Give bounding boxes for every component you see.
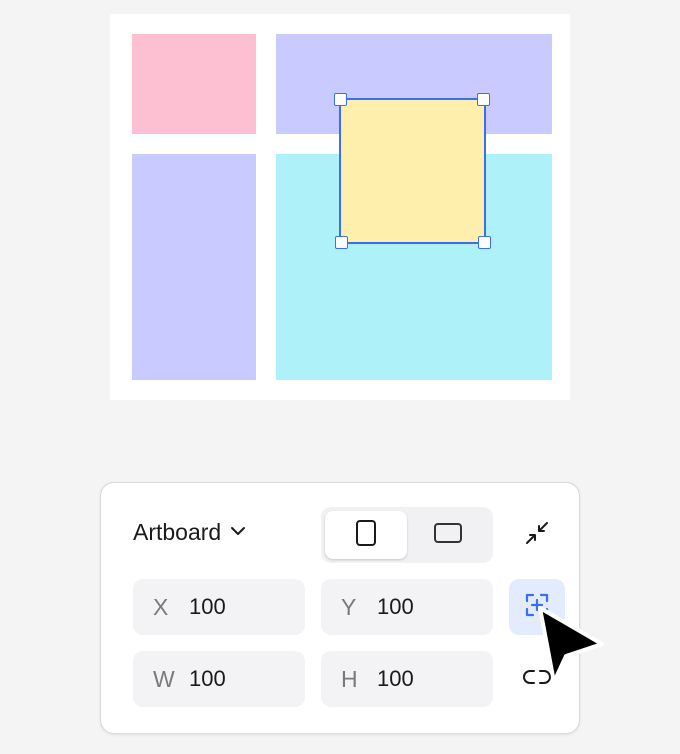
properties-panel: Artboard X Y	[100, 482, 580, 734]
selection-outline	[339, 98, 486, 244]
resize-handle-bottom-left[interactable]	[335, 236, 348, 249]
x-field-label: X	[153, 593, 169, 620]
shrink-button[interactable]	[509, 507, 565, 563]
h-input[interactable]	[377, 666, 477, 692]
portrait-button[interactable]	[325, 511, 407, 559]
landscape-icon	[433, 522, 463, 549]
resize-handle-bottom-right[interactable]	[478, 236, 491, 249]
x-input[interactable]	[189, 594, 289, 620]
portrait-icon	[355, 519, 377, 552]
y-field[interactable]: Y	[321, 579, 493, 635]
resize-handle-top-left[interactable]	[334, 93, 347, 106]
artboard-dropdown-label: Artboard	[133, 519, 222, 545]
pink-block[interactable]	[132, 34, 256, 134]
landscape-button[interactable]	[407, 511, 489, 559]
h-field-label: H	[341, 665, 358, 692]
x-field[interactable]: X	[133, 579, 305, 635]
y-input[interactable]	[377, 594, 477, 620]
lavender-left-block[interactable]	[132, 154, 256, 380]
w-input[interactable]	[189, 666, 289, 692]
resize-handle-top-right[interactable]	[477, 93, 490, 106]
w-field[interactable]: W	[133, 651, 305, 707]
artboard-canvas[interactable]	[110, 14, 570, 400]
w-field-label: W	[153, 665, 175, 692]
shrink-icon	[523, 519, 551, 552]
y-field-label: Y	[341, 593, 357, 620]
chevron-down-icon	[229, 524, 247, 542]
mouse-cursor-icon	[536, 604, 608, 695]
orientation-toggle	[321, 507, 493, 563]
artboard-dropdown[interactable]: Artboard	[133, 519, 247, 546]
h-field[interactable]: H	[321, 651, 493, 707]
